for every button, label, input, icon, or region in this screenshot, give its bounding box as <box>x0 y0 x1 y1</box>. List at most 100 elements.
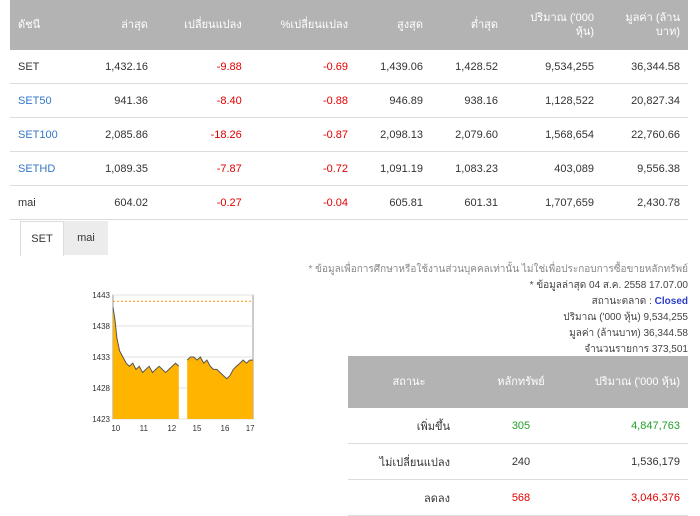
table-row: SET 1,432.16 -9.88 -0.69 1,439.06 1,428.… <box>10 50 688 84</box>
index-table-header: ดัชนี ล่าสุด เปลี่ยนแปลง %เปลี่ยนแปลง สู… <box>10 0 688 50</box>
index-high: 605.81 <box>356 185 431 220</box>
summary-header: สถานะ หลักทรัพย์ ปริมาณ ('000 หุ้น) <box>348 356 688 408</box>
tab-set[interactable]: SET <box>20 221 64 256</box>
col-header-low: ต่ำสุด <box>430 0 506 50</box>
index-value: 9,556.38 <box>602 151 688 186</box>
index-name-link[interactable]: SET100 <box>10 117 82 152</box>
table-row: ลดลง 568 3,046,376 <box>348 479 688 516</box>
index-name: mai <box>10 185 82 220</box>
index-table: ดัชนี ล่าสุด เปลี่ยนแปลง %เปลี่ยนแปลง สู… <box>10 0 688 220</box>
index-value: 20,827.34 <box>602 83 688 118</box>
index-pct-change: -0.72 <box>249 151 357 186</box>
volume-row: ปริมาณ ('000 หุ้น) 9,534,255 <box>309 310 689 326</box>
y-tick-label: 1433 <box>92 353 110 362</box>
col-header-status: สถานะ <box>348 356 470 408</box>
index-volume: 1,128,522 <box>506 83 602 118</box>
index-low: 1,428.52 <box>430 50 506 84</box>
market-status-row: สถานะตลาด : Closed <box>309 294 688 310</box>
index-high: 946.89 <box>356 83 431 118</box>
y-tick-label: 1438 <box>92 322 110 331</box>
index-low: 1,083.23 <box>430 151 506 186</box>
index-last: 2,085.86 <box>81 117 156 152</box>
tab-mai[interactable]: mai <box>64 221 108 255</box>
col-header-volume: ปริมาณ ('000 หุ้น) <box>506 0 602 50</box>
table-row: mai 604.02 -0.27 -0.04 605.81 601.31 1,7… <box>10 185 688 220</box>
summary-volume: 3,046,376 <box>572 479 688 516</box>
index-volume: 1,707,659 <box>506 185 602 220</box>
trades-value: 373,501 <box>651 344 688 355</box>
table-row: SET50 941.36 -8.40 -0.88 946.89 938.16 1… <box>10 83 688 118</box>
securities-count: 240 <box>470 443 572 480</box>
index-name: SET <box>10 50 82 84</box>
col-header-securities: หลักทรัพย์ <box>470 356 572 408</box>
volume-label: ปริมาณ ('000 หุ้น) <box>563 312 641 323</box>
x-tick-label: 12 <box>167 424 176 433</box>
index-last: 1,089.35 <box>81 151 156 186</box>
value-row: มูลค่า (ล้านบาท) 36,344.58 <box>309 326 689 342</box>
market-info: * ข้อมูลเพื่อการศึกษาหรือใช้งานส่วนบุคคล… <box>309 262 689 358</box>
trades-label: จำนวนรายการ <box>584 344 650 355</box>
index-volume: 403,089 <box>506 151 602 186</box>
market-status-label: สถานะตลาด : <box>591 296 652 307</box>
status-label: ไม่เปลี่ยนแปลง <box>348 443 470 480</box>
table-row: SET100 2,085.86 -18.26 -0.87 2,098.13 2,… <box>10 117 688 152</box>
index-change: -0.27 <box>155 185 250 220</box>
index-high: 2,098.13 <box>356 117 431 152</box>
advance-decline-table: สถานะ หลักทรัพย์ ปริมาณ ('000 หุ้น) เพิ่… <box>348 356 688 516</box>
index-value: 22,760.66 <box>602 117 688 152</box>
summary-volume: 4,847,763 <box>572 408 688 444</box>
value-label: มูลค่า (ล้านบาท) <box>569 328 641 339</box>
y-tick-label: 1423 <box>92 415 110 424</box>
index-pct-change: -0.69 <box>249 50 357 84</box>
col-header-high: สูงสุด <box>356 0 431 50</box>
index-high: 1,439.06 <box>356 50 431 84</box>
x-tick-label: 17 <box>246 424 255 433</box>
col-header-change: เปลี่ยนแปลง <box>155 0 250 50</box>
x-tick-label: 15 <box>193 424 202 433</box>
index-value: 36,344.58 <box>602 50 688 84</box>
col-header-index: ดัชนี <box>10 0 82 50</box>
disclaimer-text: * ข้อมูลเพื่อการศึกษาหรือใช้งานส่วนบุคคล… <box>308 264 689 275</box>
col-header-summary-volume: ปริมาณ ('000 หุ้น) <box>572 356 688 408</box>
col-header-last: ล่าสุด <box>81 0 156 50</box>
table-row: SETHD 1,089.35 -7.87 -0.72 1,091.19 1,08… <box>10 151 688 186</box>
x-tick-label: 11 <box>140 424 149 433</box>
index-last: 941.36 <box>81 83 156 118</box>
last-updated: * ข้อมูลล่าสุด 04 ส.ค. 2558 17.07.00 <box>529 280 688 291</box>
market-status-value: Closed <box>654 296 688 307</box>
index-change: -7.87 <box>155 151 250 186</box>
value-value: 36,344.58 <box>643 328 689 339</box>
index-last: 604.02 <box>81 185 156 220</box>
index-volume: 9,534,255 <box>506 50 602 84</box>
index-low: 2,079.60 <box>430 117 506 152</box>
index-name-link[interactable]: SETHD <box>10 151 82 186</box>
col-header-pct-change: %เปลี่ยนแปลง <box>249 0 357 50</box>
index-last: 1,432.16 <box>81 50 156 84</box>
table-row: เพิ่มขึ้น 305 4,847,763 <box>348 408 688 444</box>
index-volume: 1,568,654 <box>506 117 602 152</box>
intraday-chart: 1443 1438 1433 1428 142310 11 12 15 16 17 <box>92 291 255 433</box>
securities-count: 305 <box>470 408 572 444</box>
securities-count: 568 <box>470 479 572 516</box>
index-change: -9.88 <box>155 50 250 84</box>
col-header-value: มูลค่า (ล้านบาท) <box>602 0 688 50</box>
index-change: -8.40 <box>155 83 250 118</box>
status-label: ลดลง <box>348 479 470 516</box>
table-row: ไม่เปลี่ยนแปลง 240 1,536,179 <box>348 443 688 480</box>
index-change: -18.26 <box>155 117 250 152</box>
volume-value: 9,534,255 <box>643 312 689 323</box>
x-tick-label: 10 <box>111 424 120 433</box>
market-tabs: SET mai <box>20 221 108 256</box>
index-name-link[interactable]: SET50 <box>10 83 82 118</box>
status-label: เพิ่มขึ้น <box>348 408 470 444</box>
x-tick-label: 16 <box>221 424 230 433</box>
y-tick-label: 1443 <box>92 291 110 300</box>
index-high: 1,091.19 <box>356 151 431 186</box>
index-value: 2,430.78 <box>602 185 688 220</box>
index-low: 938.16 <box>430 83 506 118</box>
index-pct-change: -0.87 <box>249 117 357 152</box>
index-pct-change: -0.04 <box>249 185 357 220</box>
index-pct-change: -0.88 <box>249 83 357 118</box>
summary-volume: 1,536,179 <box>572 443 688 480</box>
y-tick-label: 1428 <box>92 384 110 393</box>
